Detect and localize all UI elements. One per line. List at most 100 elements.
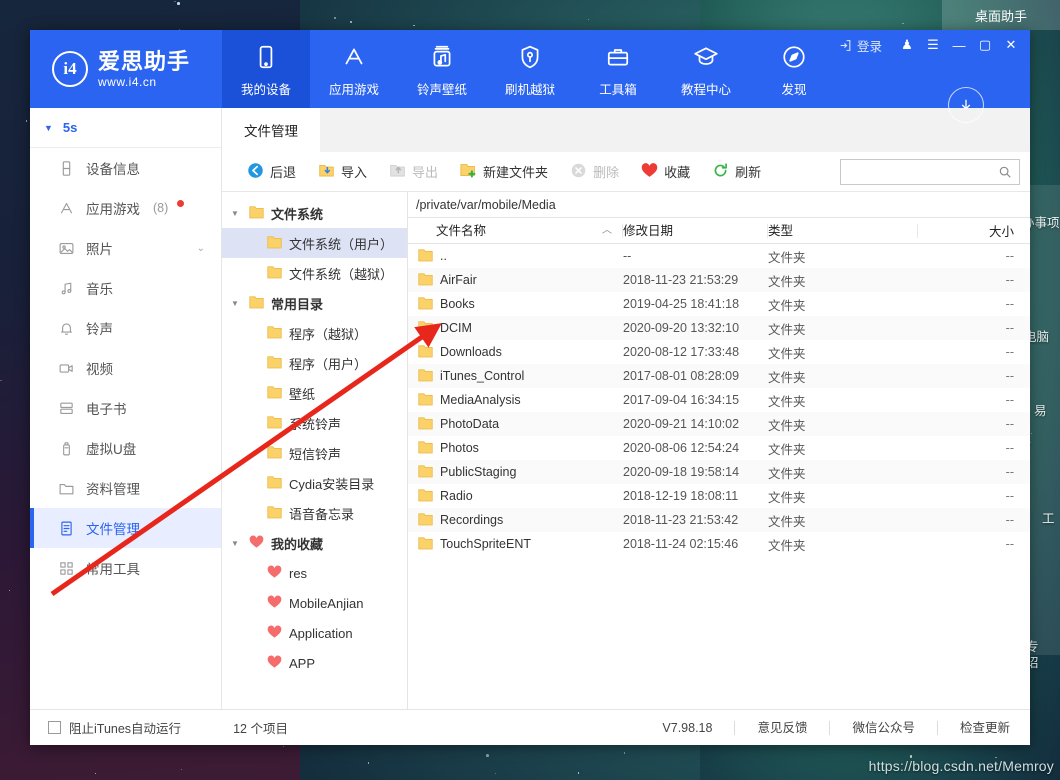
tree-row-9[interactable]: Cydia安装目录 [222, 468, 407, 498]
nav-item-3[interactable]: 刷机越狱 [486, 30, 574, 108]
table-row[interactable]: Recordings 2018-11-23 21:53:42 文件夹 -- [408, 508, 1030, 532]
tree-caret-icon[interactable]: ▼ [228, 299, 242, 308]
login-button[interactable]: 登录 [839, 36, 882, 55]
sidebar-item-2[interactable]: 照片 ⌄ [30, 228, 221, 268]
tree-row-14[interactable]: Application [222, 618, 407, 648]
sidebar-item-8[interactable]: 资料管理 [30, 468, 221, 508]
path-bar[interactable]: /private/var/mobile/Media [408, 192, 1030, 218]
brand-logo[interactable]: i4 爱思助手 www.i4.cn [30, 30, 222, 108]
search-input[interactable] [848, 164, 998, 179]
table-row[interactable]: TouchSpriteENT 2018-11-24 02:15:46 文件夹 -- [408, 532, 1030, 556]
tree-row-6[interactable]: 壁纸 [222, 378, 407, 408]
table-row[interactable]: Books 2019-04-25 18:41:18 文件夹 -- [408, 292, 1030, 316]
minimize-icon[interactable]: — [946, 33, 972, 57]
cell-type: 文件夹 [768, 370, 806, 385]
search-box[interactable] [840, 158, 1020, 185]
desktop-helper-tab[interactable]: 桌面助手 [942, 0, 1060, 30]
nav-item-1[interactable]: 应用游戏 [310, 30, 398, 108]
toolbar-button-3[interactable]: 新建文件夹 [449, 158, 559, 186]
cell-size: -- [1005, 393, 1014, 407]
toolbar-button-1[interactable]: 导入 [307, 158, 378, 186]
tree-row-12[interactable]: res [222, 558, 407, 588]
toolbar-button-0[interactable]: 后退 [236, 158, 307, 186]
status-link-1[interactable]: 微信公众号 [830, 720, 938, 735]
column-header-name[interactable]: 文件名称 ︿ [408, 223, 623, 238]
table-row[interactable]: Radio 2018-12-19 18:08:11 文件夹 -- [408, 484, 1030, 508]
sidebar-item-1[interactable]: 应用游戏 (8) [30, 188, 221, 228]
column-header-date[interactable]: 修改日期 [623, 223, 768, 238]
tree-row-label: res [289, 565, 308, 581]
phone-icon [253, 44, 279, 73]
folder-icon [267, 475, 282, 492]
tree-row-7[interactable]: 系统铃声 [222, 408, 407, 438]
table-row[interactable]: PublicStaging 2020-09-18 19:58:14 文件夹 -- [408, 460, 1030, 484]
tree-caret-icon[interactable]: ▼ [228, 209, 242, 218]
tree-row-8[interactable]: 短信铃声 [222, 438, 407, 468]
table-row[interactable]: Downloads 2020-08-12 17:33:48 文件夹 -- [408, 340, 1030, 364]
status-link-2[interactable]: 检查更新 [938, 721, 1014, 735]
block-itunes-label: 阻止iTunes自动运行 [69, 722, 182, 736]
cell-name: Books [408, 296, 623, 313]
appstore-icon [58, 200, 75, 217]
cell-size: -- [1005, 249, 1014, 263]
sidebar-item-4[interactable]: 铃声 [30, 308, 221, 348]
sidebar-item-3[interactable]: 音乐 [30, 268, 221, 308]
maximize-icon[interactable]: ▢ [972, 33, 998, 57]
download-circle-icon[interactable] [948, 87, 984, 123]
cell-date: 2018-12-19 18:08:11 [623, 489, 739, 503]
heart-icon [249, 535, 264, 552]
tree-caret-icon[interactable]: ▼ [228, 539, 242, 548]
menu-icon[interactable]: ☰ [920, 33, 946, 57]
sort-asc-icon[interactable]: ︿ [602, 224, 612, 238]
toolbar-button-6[interactable]: 刷新 [701, 158, 772, 186]
table-row[interactable]: AirFair 2018-11-23 21:53:29 文件夹 -- [408, 268, 1030, 292]
search-icon[interactable] [998, 165, 1012, 179]
table-row[interactable]: Photos 2020-08-06 12:54:24 文件夹 -- [408, 436, 1030, 460]
tree-row-4[interactable]: 程序（越狱） [222, 318, 407, 348]
sidebar-item-label: 常用工具 [86, 562, 140, 577]
checkbox-box[interactable] [48, 721, 61, 734]
file-name: Books [440, 297, 475, 311]
cell-date: -- [623, 249, 632, 263]
toolbar-button-label: 刷新 [735, 165, 762, 180]
nav-item-5[interactable]: 教程中心 [662, 30, 750, 108]
device-selector[interactable]: ▼ 5s [30, 108, 221, 148]
sidebar-item-5[interactable]: 视频 [30, 348, 221, 388]
chevron-down-icon: ▼ [44, 122, 53, 133]
tree-row-1[interactable]: 文件系统（用户） [222, 228, 407, 258]
column-header-size[interactable]: 大小 [918, 221, 1030, 240]
tree-row-2[interactable]: 文件系统（越狱） [222, 258, 407, 288]
column-header-type[interactable]: 类型 [768, 223, 918, 238]
table-row[interactable]: iTunes_Control 2017-08-01 08:28:09 文件夹 -- [408, 364, 1030, 388]
tree-row-3[interactable]: ▼ 常用目录 [222, 288, 407, 318]
sidebar-item-7[interactable]: 虚拟U盘 [30, 428, 221, 468]
table-row[interactable]: PhotoData 2020-09-21 14:10:02 文件夹 -- [408, 412, 1030, 436]
cell-size: -- [1005, 321, 1014, 335]
tree-row-10[interactable]: 语音备忘录 [222, 498, 407, 528]
tree-row-15[interactable]: APP [222, 648, 407, 678]
close-icon[interactable]: ✕ [998, 33, 1024, 57]
table-row[interactable]: MediaAnalysis 2017-09-04 16:34:15 文件夹 -- [408, 388, 1030, 412]
nav-item-6[interactable]: 发现 [750, 30, 838, 108]
table-row[interactable]: .. -- 文件夹 -- [408, 244, 1030, 268]
tree-row-11[interactable]: ▼ 我的收藏 [222, 528, 407, 558]
nav-item-0[interactable]: 我的设备 [222, 30, 310, 108]
tree-row-0[interactable]: ▼ 文件系统 [222, 198, 407, 228]
nav-item-4[interactable]: 工具箱 [574, 30, 662, 108]
toolbar-button-5[interactable]: 收藏 [630, 158, 701, 186]
block-itunes-checkbox[interactable]: 阻止iTunes自动运行 [48, 718, 181, 737]
folder-icon [418, 392, 433, 409]
sidebar-item-9[interactable]: 文件管理 [30, 508, 221, 548]
tree-row-label: 程序（越狱） [289, 326, 368, 342]
nav-item-2[interactable]: 铃声壁纸 [398, 30, 486, 108]
tree-row-13[interactable]: MobileAnjian [222, 588, 407, 618]
table-row[interactable]: DCIM 2020-09-20 13:32:10 文件夹 -- [408, 316, 1030, 340]
status-link-0[interactable]: 意见反馈 [735, 720, 831, 735]
tree-row-5[interactable]: 程序（用户） [222, 348, 407, 378]
chevron-down-icon[interactable]: ⌄ [197, 243, 205, 254]
tab-file-manager[interactable]: 文件管理 [222, 108, 320, 152]
sidebar-item-10[interactable]: 常用工具 [30, 548, 221, 588]
skin-icon[interactable]: ♟ [894, 33, 920, 57]
sidebar-item-0[interactable]: 设备信息 [30, 148, 221, 188]
sidebar-item-6[interactable]: 电子书 [30, 388, 221, 428]
